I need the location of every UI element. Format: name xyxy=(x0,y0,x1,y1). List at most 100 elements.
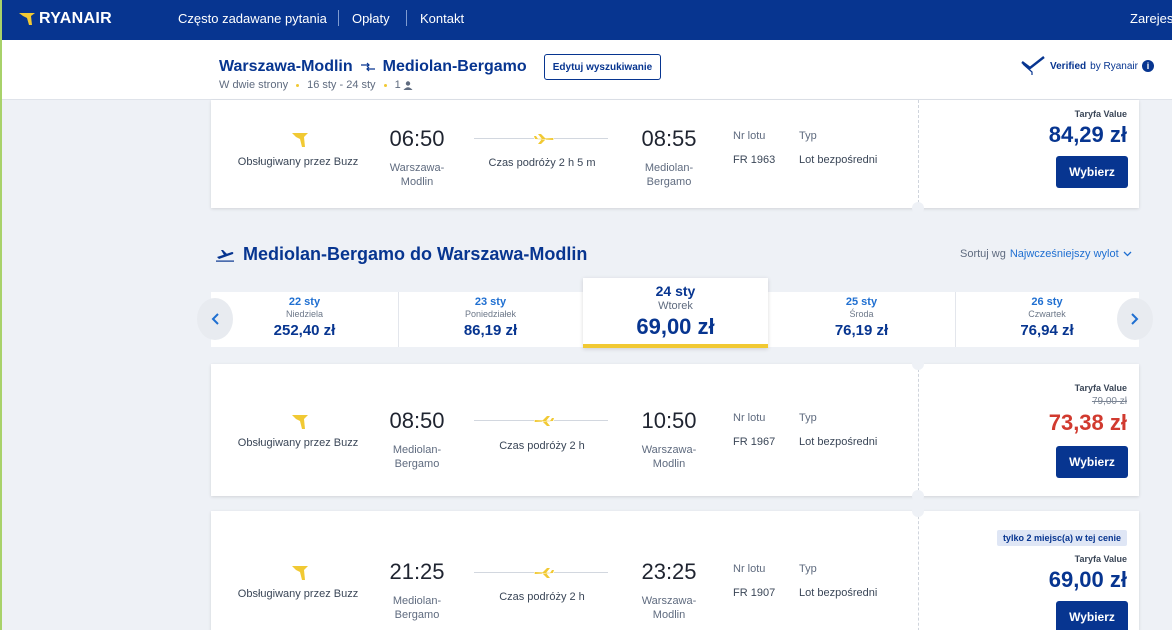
sort-control: Sortuj wg Najwcześniejszy wylot xyxy=(960,248,1132,260)
nav-fees[interactable]: Opłaty xyxy=(352,11,390,26)
route-line xyxy=(474,138,534,139)
city-line: Warszawa- xyxy=(641,595,697,607)
arrival-time: 08:55 xyxy=(641,126,697,151)
fare-label: Taryfa Value xyxy=(1074,554,1127,564)
ryanair-harp-icon xyxy=(292,133,308,147)
route-line xyxy=(474,420,534,421)
departure-city: Warszawa- Modlin xyxy=(382,161,452,189)
verified-label: Verified xyxy=(1050,60,1087,72)
weekday-label: Wtorek xyxy=(658,300,693,312)
flight-number-label: Nr lotu xyxy=(733,130,766,142)
plane-icon xyxy=(534,416,554,426)
select-button[interactable]: Wybierz xyxy=(1056,446,1128,478)
arrival-time: 23:25 xyxy=(641,559,697,584)
date-label: 22 sty xyxy=(288,296,321,308)
passenger-count: 1 xyxy=(395,79,413,91)
departure-city: Mediolan- Bergamo xyxy=(382,594,452,622)
city-line: Mediolan- xyxy=(392,595,442,607)
weekday-label: Poniedziałek xyxy=(464,309,517,319)
nav-contact[interactable]: Kontakt xyxy=(420,11,464,26)
nav-faq[interactable]: Często zadawane pytania xyxy=(178,11,327,26)
trip-details: W dwie strony 16 sty - 24 sty 1 xyxy=(219,79,413,91)
flight-type: Lot bezpośredni xyxy=(799,436,878,448)
arrival-time: 10:50 xyxy=(641,408,697,433)
departure-time: 08:50 xyxy=(389,408,445,433)
card-notch xyxy=(912,490,924,502)
date-option-selected[interactable]: 24 sty Wtorek 69,00 zł xyxy=(583,278,768,348)
date-price: 76,94 zł xyxy=(1020,322,1074,339)
select-button[interactable]: Wybierz xyxy=(1056,601,1128,630)
passenger-number: 1 xyxy=(394,79,401,91)
info-icon[interactable]: i xyxy=(1141,60,1154,72)
old-price: 79,00 zł xyxy=(1091,396,1127,407)
seats-left-badge: tylko 2 miejsc(a) w tej cenie xyxy=(996,530,1127,546)
flight-duration: Czas podróży 2 h 5 m xyxy=(488,157,596,169)
operator-label: Obsługiwany przez Buzz xyxy=(237,156,359,168)
city-line: Bergamo xyxy=(394,458,440,470)
flight-duration: Czas podróży 2 h xyxy=(499,591,585,603)
select-button[interactable]: Wybierz xyxy=(1056,156,1128,188)
chevron-left-icon xyxy=(211,313,219,325)
round-trip-icon xyxy=(360,62,375,72)
arrival-city: Warszawa- Modlin xyxy=(634,443,704,471)
arrival-city: Warszawa- Modlin xyxy=(634,594,704,622)
date-option[interactable]: 26 sty Czwartek 76,94 zł xyxy=(955,292,1139,347)
flight-type-label: Typ xyxy=(799,412,817,424)
nav-register[interactable]: Zarejes xyxy=(1130,11,1172,26)
weekday-label: Środa xyxy=(849,309,874,319)
city-line: Modlin xyxy=(652,609,686,621)
fare-price: 84,29 zł xyxy=(1048,122,1127,147)
passenger-icon xyxy=(403,80,413,90)
verified-check-icon xyxy=(1021,56,1045,75)
card-notch xyxy=(912,202,924,214)
flight-card-outbound: Obsługiwany przez Buzz 06:50 Warszawa- M… xyxy=(211,100,1139,214)
route-line xyxy=(554,572,608,573)
date-price: 252,40 zł xyxy=(273,322,336,339)
sort-label: Sortuj wg xyxy=(960,248,1006,260)
flight-type-label: Typ xyxy=(799,130,817,142)
separator-dot xyxy=(296,83,300,87)
departure-time: 06:50 xyxy=(389,126,445,151)
city-line: Mediolan- xyxy=(644,162,694,174)
nav-divider xyxy=(406,10,407,26)
fare-price: 69,00 zł xyxy=(1048,567,1127,592)
city-line: Modlin xyxy=(400,176,434,188)
operator-label: Obsługiwany przez Buzz xyxy=(237,437,359,449)
flight-duration: Czas podróży 2 h xyxy=(499,440,585,452)
flight-number: FR 1967 xyxy=(733,436,776,448)
fare-label: Taryfa Value xyxy=(1074,109,1127,119)
carousel-prev-button[interactable] xyxy=(197,298,233,340)
card-divider xyxy=(918,364,919,496)
return-route-title: Mediolan-Bergamo do Warszawa-Modlin xyxy=(243,244,588,264)
flight-number-label: Nr lotu xyxy=(733,563,766,575)
chevron-down-icon[interactable] xyxy=(1123,251,1132,257)
sort-dropdown[interactable]: Najwcześniejszy wylot xyxy=(1010,248,1119,260)
chevron-right-icon xyxy=(1131,313,1139,325)
verified-by: by Ryanair xyxy=(1090,60,1138,72)
date-label: 23 sty xyxy=(474,296,507,308)
date-option[interactable]: 23 sty Poniedziałek 86,19 zł xyxy=(398,292,583,347)
ryanair-logo[interactable]: RYANAIR xyxy=(18,9,112,29)
carousel-next-button[interactable] xyxy=(1117,298,1153,340)
city-line: Modlin xyxy=(652,458,686,470)
date-option[interactable]: 22 sty Niedziela 252,40 zł xyxy=(211,292,398,347)
top-nav: RYANAIR Często zadawane pytania Opłaty K… xyxy=(2,0,1172,40)
date-price: 69,00 zł xyxy=(636,314,715,339)
fare-price: 73,38 zł xyxy=(1048,410,1127,435)
arrival-city: Mediolan- Bergamo xyxy=(634,161,704,189)
route-line xyxy=(554,420,608,421)
trip-dates: 16 sty - 24 sty xyxy=(307,79,376,91)
selected-indicator xyxy=(583,344,768,348)
city-line: Warszawa- xyxy=(389,162,445,174)
city-line: Bergamo xyxy=(394,609,440,621)
card-notch xyxy=(912,505,924,517)
date-option[interactable]: 25 sty Środa 76,19 zł xyxy=(768,292,955,347)
route-title: Warszawa-Modlin Mediolan-Bergamo xyxy=(219,58,527,76)
route-line xyxy=(474,572,534,573)
edit-search-button[interactable]: Edytuj wyszukiwanie xyxy=(544,54,661,80)
flight-type: Lot bezpośredni xyxy=(799,154,878,166)
departure-city: Mediolan- Bergamo xyxy=(382,443,452,471)
flight-card: Obsługiwany przez Buzz 21:25 Mediolan- B… xyxy=(211,505,1139,630)
flight-type: Lot bezpośredni xyxy=(799,587,878,599)
ryanair-harp-icon xyxy=(292,566,308,580)
